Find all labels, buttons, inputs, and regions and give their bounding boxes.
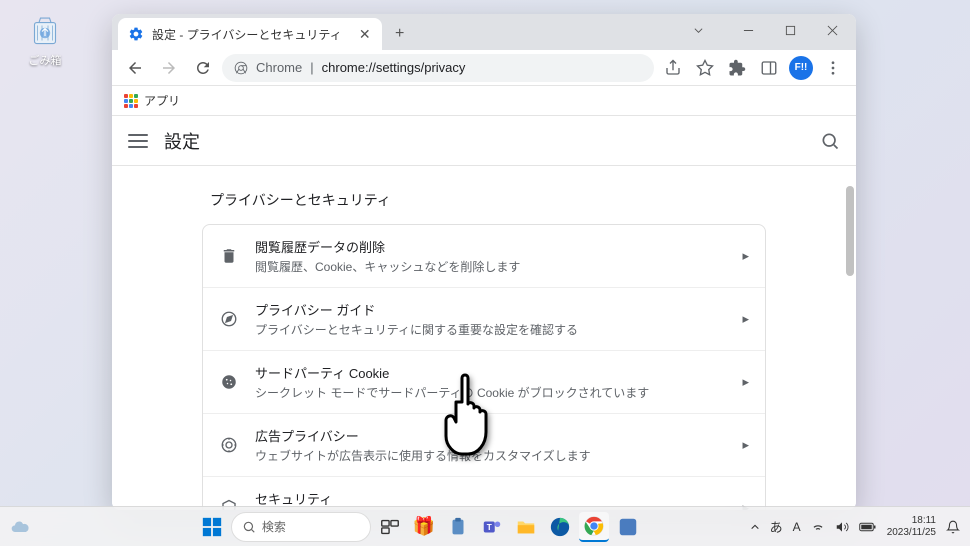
compass-icon — [219, 309, 239, 329]
date: 2023/11/25 — [887, 527, 936, 539]
windows-taskbar: 検索 🎁 T あ A 18:11 2023/11/25 — [0, 506, 970, 546]
row-subtitle: シークレット モードでサードパーティの Cookie がブロックされています — [255, 384, 726, 401]
recycle-bin-label: ごみ箱 — [29, 52, 62, 68]
chrome-taskbar-icon[interactable] — [579, 512, 609, 542]
browser-toolbar: Chrome | chrome://settings/privacy F!! — [112, 50, 856, 86]
row-ad-privacy[interactable]: 広告プライバシーウェブサイトが広告表示に使用する情報をカスタマイズします ▸ — [203, 414, 765, 477]
apps-label[interactable]: アプリ — [144, 92, 180, 109]
back-button[interactable] — [120, 53, 150, 83]
row-privacy-guide[interactable]: プライバシー ガイドプライバシーとセキュリティに関する重要な設定を確認する ▸ — [203, 288, 765, 351]
weather-widget[interactable] — [10, 517, 30, 537]
ime-indicator[interactable]: あ — [770, 517, 783, 536]
notifications-icon[interactable] — [946, 520, 960, 534]
clock[interactable]: 18:11 2023/11/25 — [887, 515, 936, 539]
chrome-window: 設定 - プライバシーとセキュリティ ✕ + Chrome | chrome:/… — [112, 14, 856, 510]
search-icon[interactable] — [820, 131, 840, 151]
bookmark-star-icon[interactable] — [690, 53, 720, 83]
search-placeholder: 検索 — [262, 518, 286, 535]
browser-tab-active[interactable]: 設定 - プライバシーとセキュリティ ✕ — [118, 18, 382, 50]
section-title: プライバシーとセキュリティ — [210, 190, 766, 210]
row-title: 閲覧履歴データの削除 — [255, 237, 726, 256]
url-path: chrome://settings/privacy — [322, 60, 466, 75]
page-title: 設定 — [164, 128, 804, 154]
url-sep: | — [310, 60, 313, 75]
teams-icon[interactable]: T — [477, 512, 507, 542]
new-tab-button[interactable]: + — [386, 20, 414, 48]
hamburger-menu-icon[interactable] — [128, 131, 148, 151]
time: 18:11 — [912, 515, 936, 527]
settings-header: 設定 — [112, 116, 856, 166]
settings-card: 閲覧履歴データの削除閲覧履歴、Cookie、キャッシュなどを削除します ▸ プラ… — [202, 224, 766, 510]
task-view-icon[interactable] — [375, 512, 405, 542]
kebab-menu-icon[interactable] — [818, 53, 848, 83]
row-subtitle: プライバシーとセキュリティに関する重要な設定を確認する — [255, 321, 726, 338]
chevron-right-icon: ▸ — [742, 374, 749, 390]
chrome-logo-icon — [234, 61, 248, 75]
minimize-button[interactable] — [728, 16, 768, 44]
language-indicator[interactable]: A — [793, 520, 801, 534]
trash-icon — [219, 246, 239, 266]
scrollbar-thumb[interactable] — [846, 186, 854, 276]
row-subtitle: 閲覧履歴、Cookie、キャッシュなどを削除します — [255, 258, 726, 275]
url-scheme: Chrome — [256, 60, 302, 75]
close-window-button[interactable] — [812, 16, 852, 44]
share-icon[interactable] — [658, 53, 688, 83]
file-explorer-icon[interactable] — [511, 512, 541, 542]
close-tab-icon[interactable]: ✕ — [358, 27, 372, 41]
start-button[interactable] — [197, 512, 227, 542]
profile-avatar[interactable]: F!! — [786, 53, 816, 83]
row-title: サードパーティ Cookie — [255, 363, 726, 382]
extensions-icon[interactable] — [722, 53, 752, 83]
recycle-bin-desktop-icon[interactable]: ごみ箱 — [25, 10, 65, 68]
ad-privacy-icon — [219, 435, 239, 455]
volume-icon[interactable] — [835, 520, 849, 534]
recycle-bin-icon — [25, 10, 65, 50]
edge-icon[interactable] — [545, 512, 575, 542]
gift-icon[interactable]: 🎁 — [409, 512, 439, 542]
cookie-icon — [219, 372, 239, 392]
tab-title: 設定 - プライバシーとセキュリティ — [152, 26, 342, 43]
titlebar: 設定 - プライバシーとセキュリティ ✕ + — [112, 14, 856, 50]
forward-button[interactable] — [154, 53, 184, 83]
taskbar-search[interactable]: 検索 — [231, 512, 371, 542]
address-bar[interactable]: Chrome | chrome://settings/privacy — [222, 54, 654, 82]
scrollbar[interactable] — [842, 166, 856, 510]
row-title: プライバシー ガイド — [255, 300, 726, 319]
row-clear-browsing-data[interactable]: 閲覧履歴データの削除閲覧履歴、Cookie、キャッシュなどを削除します ▸ — [203, 225, 765, 288]
chevron-right-icon: ▸ — [742, 248, 749, 264]
row-title: 広告プライバシー — [255, 426, 726, 445]
gear-icon — [128, 26, 144, 42]
row-subtitle: ウェブサイトが広告表示に使用する情報をカスタマイズします — [255, 447, 726, 464]
cloud-icon — [10, 517, 30, 537]
tab-dropdown-icon[interactable] — [678, 16, 718, 44]
reload-button[interactable] — [188, 53, 218, 83]
clipboard-icon[interactable] — [443, 512, 473, 542]
search-icon — [242, 520, 256, 534]
row-third-party-cookies[interactable]: サードパーティ Cookie シークレット モードでサードパーティの Cookie… — [203, 351, 765, 414]
battery-icon[interactable] — [859, 521, 877, 533]
settings-content-area: プライバシーとセキュリティ 閲覧履歴データの削除閲覧履歴、Cookie、キャッシ… — [112, 166, 856, 510]
chevron-right-icon: ▸ — [742, 437, 749, 453]
wifi-icon[interactable] — [811, 520, 825, 534]
apps-grid-icon[interactable] — [124, 94, 138, 108]
bookmarks-bar: アプリ — [112, 86, 856, 116]
chevron-right-icon: ▸ — [742, 311, 749, 327]
tray-chevron-icon[interactable] — [750, 522, 760, 532]
svg-text:T: T — [487, 522, 492, 531]
app-icon[interactable] — [613, 512, 643, 542]
maximize-button[interactable] — [770, 16, 810, 44]
side-panel-icon[interactable] — [754, 53, 784, 83]
